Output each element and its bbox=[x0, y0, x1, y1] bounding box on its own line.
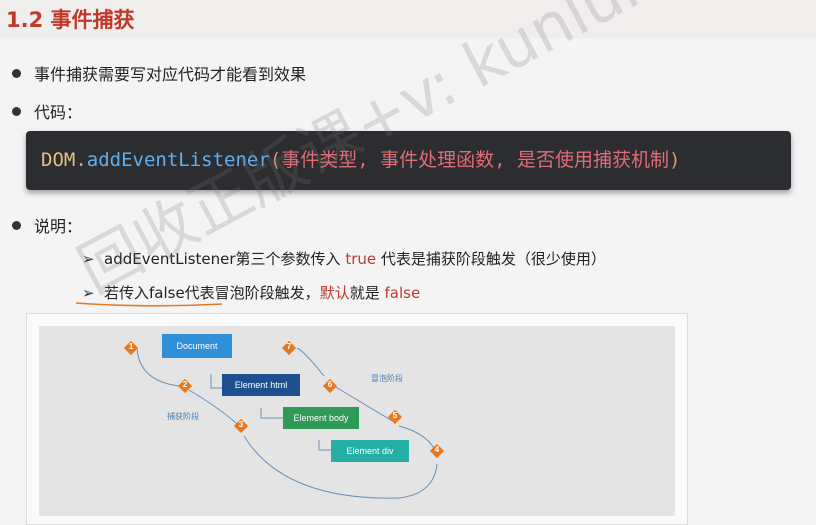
node-element-html: Element html bbox=[222, 374, 300, 396]
node-element-div: Element div bbox=[331, 440, 409, 462]
step-marker: 5 bbox=[387, 409, 403, 425]
step-marker: 7 bbox=[281, 340, 297, 356]
slide-title-bar: 1.2 事件捕获 bbox=[0, 0, 816, 38]
bubble-phase-label: 冒泡阶段 bbox=[371, 374, 403, 383]
code-dot: . bbox=[75, 149, 87, 171]
note-keyword: 默认 bbox=[319, 284, 350, 302]
step-marker: 2 bbox=[177, 378, 193, 394]
bullet-text: 代码： bbox=[34, 103, 83, 122]
note-item: ➢ addEventListener第三个参数传入 true 代表是捕获阶段触发（… bbox=[82, 248, 606, 269]
note-keyword-2: false bbox=[384, 284, 421, 302]
bullet-item: 说明： bbox=[12, 213, 82, 237]
arrow-bullet-icon: ➢ bbox=[82, 250, 95, 268]
note-mid: 就是 bbox=[349, 284, 380, 302]
code-open-paren: ( bbox=[269, 149, 282, 171]
node-element-body: Element body bbox=[283, 407, 359, 429]
bullet-dot bbox=[12, 107, 21, 116]
underline-annotation bbox=[75, 302, 223, 307]
code-method: addEventListener bbox=[86, 149, 270, 171]
node-document: Document bbox=[162, 334, 232, 358]
note-suffix: 代表是捕获阶段触发（很少使用） bbox=[380, 250, 606, 268]
figure-canvas: Document Element html Element body Eleme… bbox=[39, 326, 675, 516]
note-keyword: true bbox=[345, 250, 377, 268]
step-marker: 4 bbox=[429, 443, 445, 459]
code-args: 事件类型, 事件处理函数, 是否使用捕获机制 bbox=[281, 149, 670, 171]
note-prefix: addEventListener第三个参数传入 bbox=[104, 250, 341, 268]
code-close-paren: ) bbox=[669, 149, 681, 171]
bullet-item: 代码： bbox=[12, 99, 82, 123]
bullet-dot bbox=[12, 69, 21, 78]
step-marker: 3 bbox=[233, 418, 249, 434]
event-flow-figure: Document Element html Element body Eleme… bbox=[26, 313, 688, 525]
bullet-text: 说明： bbox=[34, 217, 83, 236]
code-block: DOM.addEventListener(事件类型, 事件处理函数, 是否使用捕… bbox=[26, 131, 791, 190]
code-object: DOM bbox=[41, 149, 76, 171]
bullet-item: 事件捕获需要写对应代码才能看到效果 bbox=[12, 61, 306, 85]
bullet-text: 事件捕获需要写对应代码才能看到效果 bbox=[34, 65, 307, 84]
capture-phase-label: 捕获阶段 bbox=[167, 412, 199, 421]
step-marker: 6 bbox=[322, 378, 338, 394]
slide-title: 1.2 事件捕获 bbox=[6, 8, 135, 32]
step-marker: 1 bbox=[123, 340, 139, 356]
bullet-dot bbox=[12, 221, 21, 230]
